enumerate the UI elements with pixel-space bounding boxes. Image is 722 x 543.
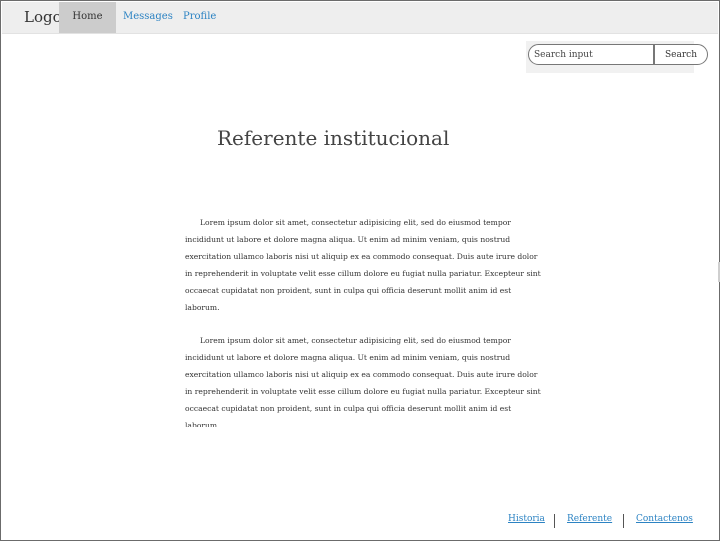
top-navbar: Logo Home Messages Profile [2,2,718,34]
footer-divider [623,514,624,528]
footer-divider [554,514,555,528]
paragraph-1: Lorem ipsum dolor sit amet, consectetur … [185,218,541,312]
footer-link-contactenos[interactable]: Contactenos [636,514,693,524]
footer-link-referente[interactable]: Referente [567,514,612,524]
nav-item-messages[interactable]: Messages [123,2,173,33]
page-title: Referente institucional [217,126,450,150]
logo: Logo [24,8,62,26]
search-button[interactable]: Search [654,44,708,65]
search-input[interactable] [528,44,654,65]
nav-item-home[interactable]: Home [59,2,116,33]
nav-item-profile[interactable]: Profile [183,2,216,33]
footer-link-historia[interactable]: Historia [508,514,545,524]
scrollbar-marker [718,262,720,282]
content-text-block: Lorem ipsum dolor sit amet, consectetur … [185,214,543,427]
paragraph-2: Lorem ipsum dolor sit amet, consectetur … [185,336,541,427]
